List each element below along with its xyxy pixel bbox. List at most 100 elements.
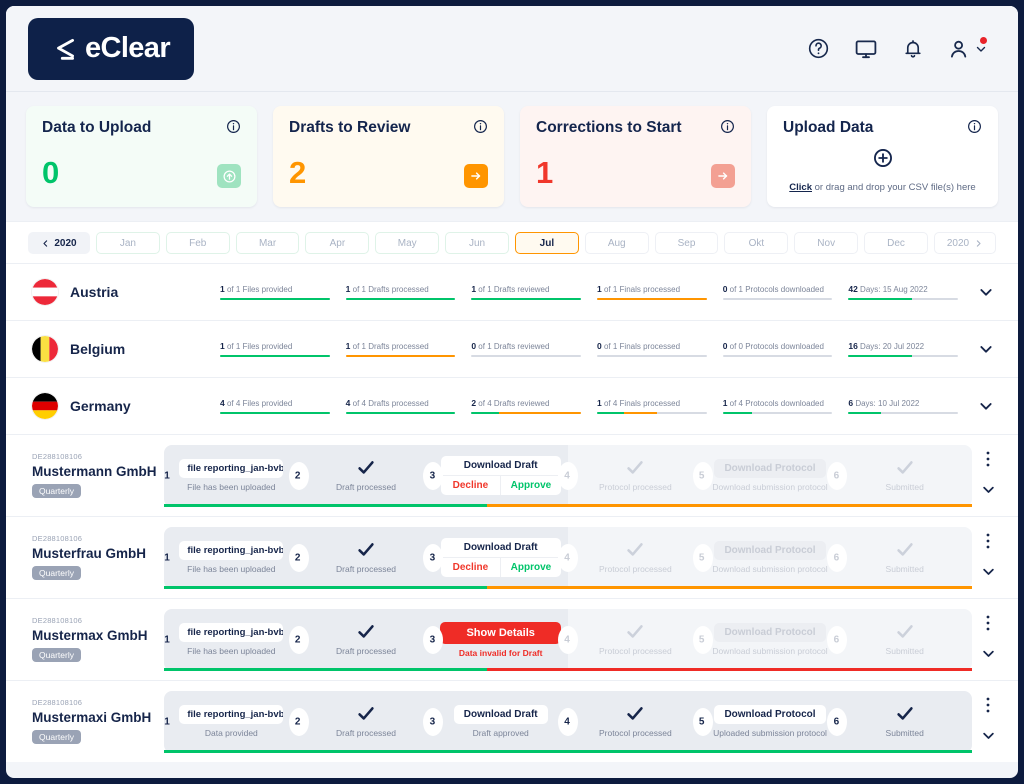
card-corrections-to-start[interactable]: Corrections to Start 1 bbox=[520, 106, 751, 207]
card-title: Corrections to Start bbox=[536, 119, 682, 136]
month-button-dec[interactable]: Dec bbox=[864, 232, 928, 254]
chevron-down-icon bbox=[976, 46, 986, 52]
info-icon[interactable] bbox=[720, 119, 735, 139]
month-button-sep[interactable]: Sep bbox=[654, 232, 719, 254]
month-button-okt[interactable]: Okt bbox=[724, 232, 789, 254]
plus-circle-icon[interactable] bbox=[872, 147, 894, 174]
expand-country-chevron-down-icon[interactable] bbox=[974, 284, 998, 300]
metric-progress-fill bbox=[345, 411, 456, 415]
checkmark-icon bbox=[625, 542, 645, 560]
expand-company-chevron-down-icon[interactable] bbox=[981, 564, 996, 584]
stage-action-button[interactable]: Download Draft bbox=[453, 705, 548, 724]
country-row[interactable]: Belgium 1 of 1 Files provided 1 of 1 Draft… bbox=[6, 320, 1018, 377]
info-icon[interactable] bbox=[967, 119, 982, 139]
metric-label: 4 of 4 Drafts processed bbox=[345, 397, 429, 408]
uploaded-file-chip[interactable]: file reporting_jan-bvbbaa bbox=[179, 705, 284, 724]
flag-belgium-icon bbox=[32, 336, 58, 362]
info-icon[interactable] bbox=[473, 119, 488, 139]
monitor-icon[interactable] bbox=[854, 37, 878, 61]
country-row[interactable]: Austria 1 of 1 Files provided 1 of 1 Draft… bbox=[6, 263, 1018, 320]
month-button-nov[interactable]: Nov bbox=[794, 232, 859, 254]
row-progress-segment bbox=[164, 668, 488, 671]
upload-hint: Click or drag and drop your CSV file(s) … bbox=[789, 182, 975, 193]
row-progress-segment bbox=[164, 750, 972, 753]
stage-action-button[interactable]: Download Protocol bbox=[714, 705, 826, 724]
metric: 1 of 1 Finals processed bbox=[597, 284, 723, 301]
company-row[interactable]: DE288108106 Mustermaxi GmbH Quarterly file … bbox=[6, 680, 1018, 762]
user-account-icon[interactable] bbox=[948, 36, 988, 61]
expand-company-chevron-down-icon[interactable] bbox=[981, 646, 996, 666]
stage-number: 3 bbox=[429, 716, 436, 727]
stage-content: Download Draft Draft approved bbox=[453, 705, 548, 738]
stage-number: 3 bbox=[429, 552, 436, 563]
country-name: Austria bbox=[70, 284, 119, 300]
more-options-icon[interactable] bbox=[981, 450, 995, 468]
decline-button[interactable]: Decline bbox=[441, 558, 502, 577]
month-button-mar[interactable]: Mar bbox=[235, 232, 300, 254]
bell-icon[interactable] bbox=[902, 38, 924, 60]
download-protocol-button-disabled: Download Protocol bbox=[714, 623, 826, 642]
metric-count: 0 bbox=[722, 340, 728, 351]
month-button-aug[interactable]: Aug bbox=[584, 232, 649, 254]
arrow-right-icon[interactable] bbox=[711, 164, 735, 188]
month-label: Okt bbox=[748, 237, 765, 249]
expand-company-chevron-down-icon[interactable] bbox=[981, 482, 996, 502]
stage-content: Download Draft Decline Approve bbox=[440, 456, 561, 495]
card-drafts-to-review[interactable]: Drafts to Review 2 bbox=[273, 106, 504, 207]
company-row[interactable]: DE288108106 Mustermax GmbH Quarterly file r… bbox=[6, 598, 1018, 680]
show-details-button[interactable]: Show Details bbox=[440, 621, 561, 644]
metric-progress-track bbox=[722, 411, 833, 415]
country-list: Austria 1 of 1 Files provided 1 of 1 Draft… bbox=[6, 263, 1018, 434]
approve-button[interactable]: Approve bbox=[501, 476, 561, 495]
metric-label: 4 of 4 Files provided bbox=[220, 397, 293, 408]
month-label: Aug bbox=[607, 237, 626, 249]
expand-company-chevron-down-icon[interactable] bbox=[981, 728, 996, 748]
brand-logo[interactable]: eClear bbox=[28, 17, 194, 80]
uploaded-file-chip[interactable]: file reporting_jan-bvbbaa bbox=[179, 623, 284, 642]
app-window: eClear Data to Upload 0 Drafts to Review… bbox=[0, 0, 1024, 784]
company-name: Mustermax GmbH bbox=[32, 628, 148, 643]
stage-number: 2 bbox=[294, 470, 301, 481]
stage-caption: Draft processed bbox=[336, 563, 396, 574]
month-button-jun[interactable]: Jun bbox=[445, 232, 509, 254]
workflow-stage-6: Submitted bbox=[837, 444, 973, 507]
stage-content: Download Protocol Download submission pro… bbox=[712, 459, 828, 492]
uploaded-file-chip[interactable]: file reporting_jan-bvbbaa bbox=[179, 541, 284, 560]
decline-button[interactable]: Decline bbox=[441, 476, 502, 495]
more-options-icon[interactable] bbox=[981, 532, 995, 550]
stage-content: file reporting_jan-bvbbaa Data provided bbox=[179, 705, 284, 738]
card-upload-data[interactable]: Upload Data Click or drag and drop your … bbox=[767, 106, 998, 207]
uploaded-file-chip[interactable]: file reporting_jan-bvbbaa bbox=[179, 459, 284, 478]
next-year-button[interactable]: 2020 bbox=[934, 232, 996, 254]
prev-year-button[interactable]: 2020 bbox=[28, 232, 90, 254]
approve-button[interactable]: Approve bbox=[501, 558, 561, 577]
metric-progress-track bbox=[722, 297, 833, 301]
month-button-feb[interactable]: Feb bbox=[165, 232, 230, 254]
company-row[interactable]: DE288108106 Mustermann GmbH Quarterly file … bbox=[6, 434, 1018, 516]
month-button-jul[interactable]: Jul bbox=[514, 232, 579, 254]
more-options-icon[interactable] bbox=[981, 696, 995, 714]
country-row[interactable]: Germany 4 of 4 Files provided 4 of 4 Draft… bbox=[6, 377, 1018, 434]
upload-circle-icon[interactable] bbox=[217, 164, 241, 188]
upload-click-link[interactable]: Click bbox=[789, 182, 812, 193]
company-row[interactable]: DE288108106 Musterfrau GmbH Quarterly file … bbox=[6, 516, 1018, 598]
month-button-may[interactable]: May bbox=[375, 232, 440, 254]
stage-caption: Protocol processed bbox=[598, 727, 672, 738]
month-button-jan[interactable]: Jan bbox=[96, 232, 160, 254]
help-circle-icon[interactable] bbox=[807, 37, 830, 60]
arrow-right-icon[interactable] bbox=[464, 164, 488, 188]
expand-country-chevron-down-icon[interactable] bbox=[974, 398, 998, 414]
more-options-icon[interactable] bbox=[981, 614, 995, 632]
upload-dropzone[interactable]: Click or drag and drop your CSV file(s) … bbox=[783, 147, 982, 193]
expand-country-chevron-down-icon[interactable] bbox=[974, 341, 998, 357]
card-data-to-upload[interactable]: Data to Upload 0 bbox=[26, 106, 257, 207]
prev-year-label: 2020 bbox=[54, 237, 77, 249]
stage-content: Show Details Data invalid for Draft bbox=[440, 621, 561, 658]
download-draft-button[interactable]: Download Draft bbox=[440, 456, 561, 476]
month-label: Nov bbox=[817, 237, 836, 249]
download-draft-button[interactable]: Download Draft bbox=[440, 538, 561, 558]
metric-count: 2 bbox=[471, 397, 477, 408]
month-button-apr[interactable]: Apr bbox=[305, 232, 370, 254]
info-icon[interactable] bbox=[226, 119, 241, 139]
stage-caption: Protocol processed bbox=[598, 563, 672, 574]
